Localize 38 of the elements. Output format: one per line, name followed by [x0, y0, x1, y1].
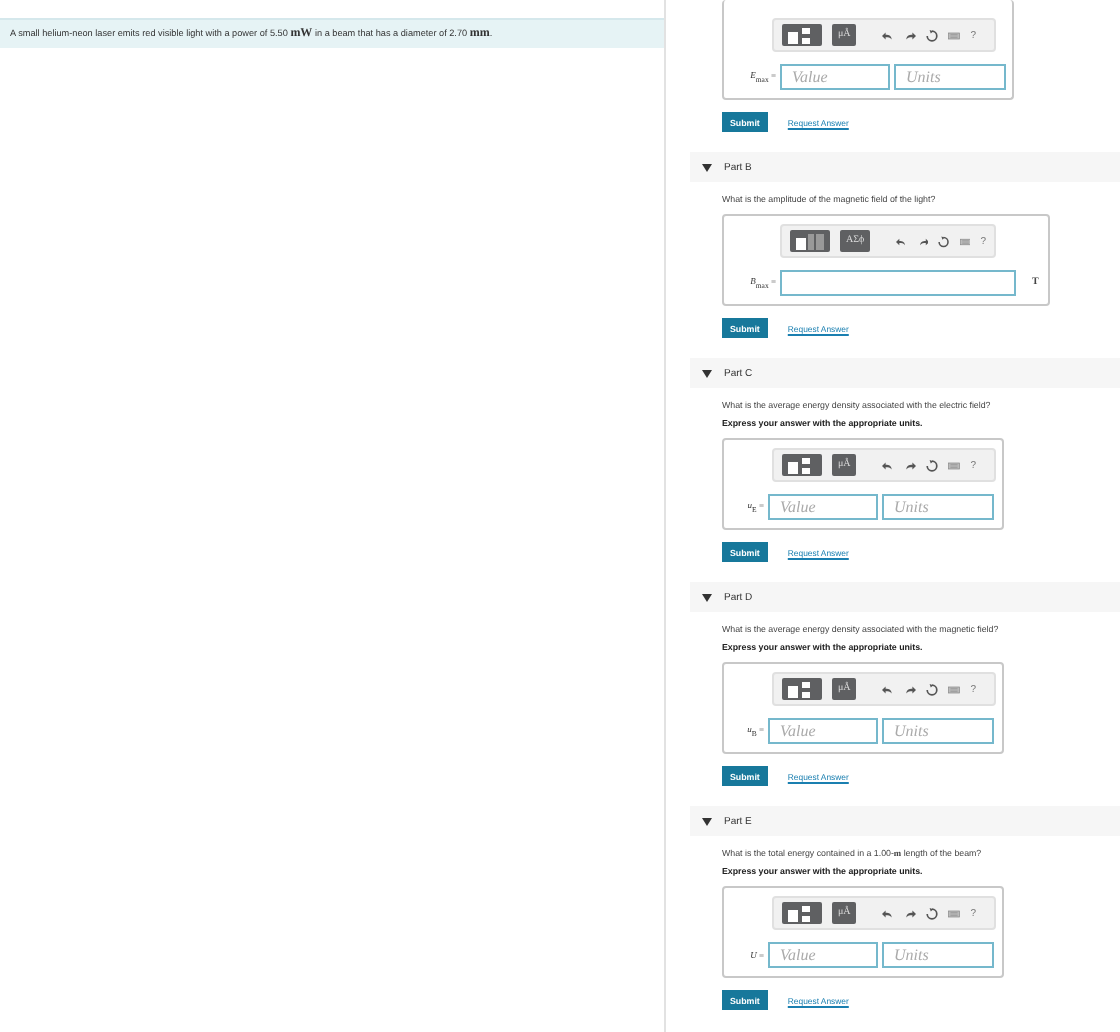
caret-icon[interactable] — [702, 817, 712, 825]
undo-icon[interactable] — [882, 907, 895, 919]
templates-button[interactable] — [782, 24, 822, 46]
redo-icon[interactable] — [904, 683, 917, 695]
redo-icon[interactable] — [904, 907, 917, 919]
reset-icon[interactable] — [926, 907, 939, 919]
templates-icon — [796, 233, 824, 249]
templates-button[interactable] — [782, 454, 822, 476]
value-field[interactable]: Value — [780, 64, 890, 90]
undo-icon[interactable] — [882, 683, 895, 695]
reset-icon[interactable] — [926, 29, 939, 41]
undo-icon[interactable] — [882, 29, 895, 41]
caret-icon[interactable] — [702, 163, 712, 171]
reset-icon[interactable] — [926, 459, 939, 471]
templates-icon — [788, 27, 816, 43]
templates-button[interactable] — [782, 902, 822, 924]
value-field[interactable]: Value — [768, 494, 878, 520]
units-field[interactable]: Units — [882, 942, 994, 968]
reset-icon[interactable] — [938, 235, 950, 247]
redo-icon[interactable] — [917, 235, 929, 247]
reset-icon[interactable] — [926, 683, 939, 695]
units-field[interactable]: Units — [882, 494, 994, 520]
redo-icon[interactable] — [904, 459, 917, 471]
templates-icon — [788, 905, 816, 921]
templates-icon — [788, 681, 816, 697]
templates-button[interactable] — [790, 230, 830, 252]
templates-button[interactable] — [782, 678, 822, 700]
templates-icon — [788, 457, 816, 473]
value-field[interactable]: Value — [768, 942, 878, 968]
units-field[interactable]: Units — [894, 64, 1006, 90]
caret-icon[interactable] — [702, 593, 712, 601]
value-field[interactable]: Value — [768, 718, 878, 744]
caret-icon[interactable] — [702, 369, 712, 377]
units-field[interactable]: Units — [882, 718, 994, 744]
answer-field[interactable] — [780, 270, 1016, 296]
undo-icon[interactable] — [895, 235, 907, 247]
undo-icon[interactable] — [882, 459, 895, 471]
redo-icon[interactable] — [904, 29, 917, 41]
